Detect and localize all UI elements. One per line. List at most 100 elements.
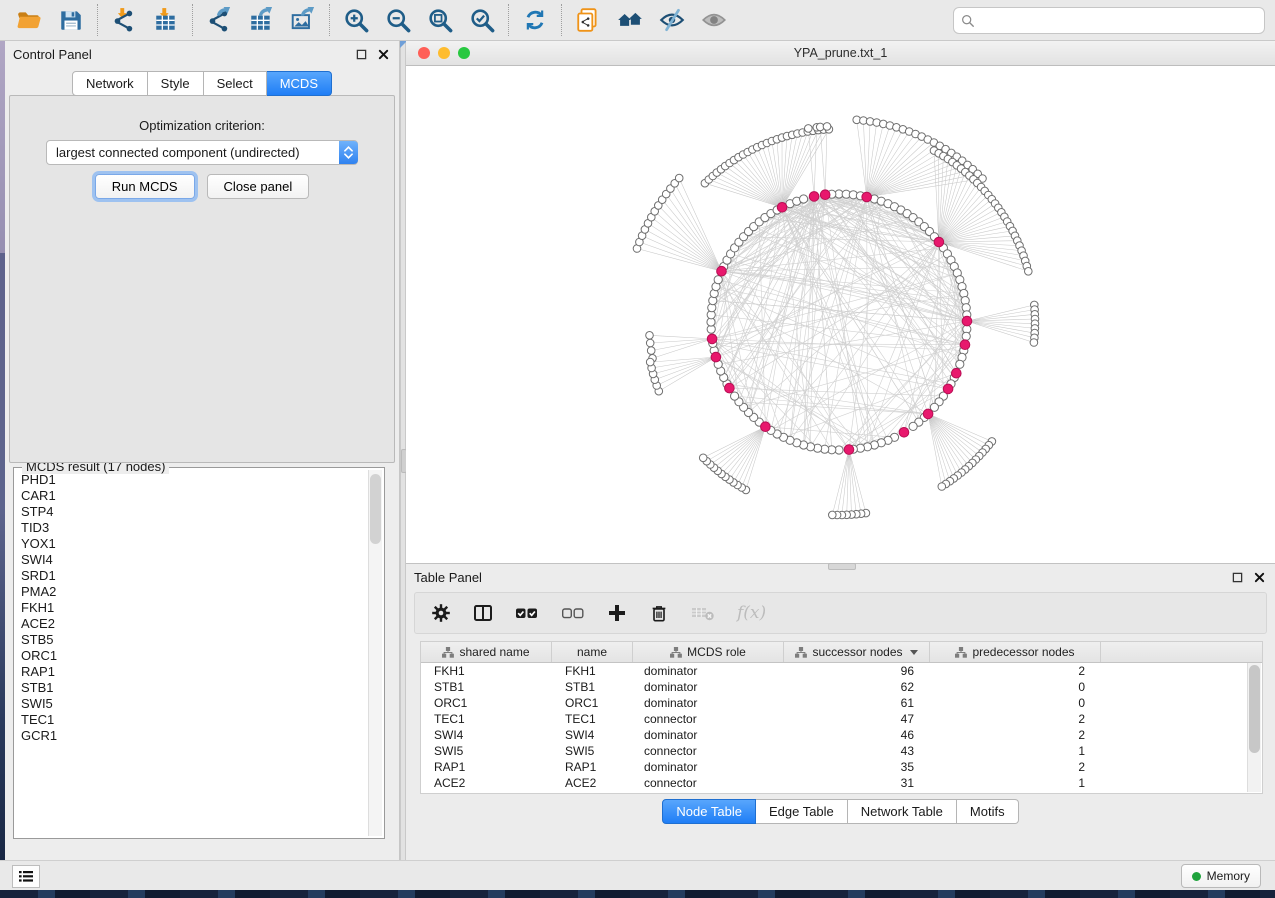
tab-network-table[interactable]: Network Table [848, 799, 957, 824]
table-row[interactable]: SWI4 SWI4 dominator 46 2 [421, 727, 1262, 743]
control-panel-tabs: NetworkStyleSelectMCDS [5, 71, 399, 96]
table-row[interactable]: FKH1 FKH1 dominator 96 2 [421, 663, 1262, 679]
mcds-result-item[interactable]: SWI5 [21, 696, 368, 712]
tab-network[interactable]: Network [72, 71, 148, 96]
table-row[interactable]: SWI5 SWI5 connector 43 1 [421, 743, 1262, 759]
table-scrollbar-thumb[interactable] [1249, 665, 1260, 753]
toolbar-separator [561, 4, 562, 36]
table-scrollbar[interactable] [1247, 663, 1261, 792]
mcds-result-item[interactable]: SWI4 [21, 552, 368, 568]
mcds-result-item[interactable]: ACE2 [21, 616, 368, 632]
mcds-result-item[interactable]: GCR1 [21, 728, 368, 744]
export-table-button[interactable] [240, 2, 282, 38]
table-row[interactable]: YOX1 YOX1 connector 29 1 [421, 791, 1262, 794]
close-panel-icon[interactable] [375, 46, 391, 62]
export-network-button[interactable] [198, 2, 240, 38]
mcds-result-scrollbar[interactable] [368, 470, 382, 836]
zoom-fit-button[interactable] [419, 2, 461, 38]
column-header-predecessor-nodes[interactable]: predecessor nodes [930, 642, 1101, 662]
mcds-result-item[interactable]: FKH1 [21, 600, 368, 616]
search-box[interactable] [953, 7, 1265, 34]
mcds-result-item[interactable]: PMA2 [21, 584, 368, 600]
zoom-selected-button[interactable] [461, 2, 503, 38]
show-columns-icon [473, 603, 493, 623]
toolbar-separator [508, 4, 509, 36]
mcds-result-item[interactable]: TEC1 [21, 712, 368, 728]
task-list-icon [19, 871, 33, 882]
mcds-result-item[interactable]: TID3 [21, 520, 368, 536]
open-session-button[interactable] [8, 2, 50, 38]
search-home-button[interactable] [609, 2, 651, 38]
cell-successor-nodes: 61 [784, 696, 930, 710]
save-session-icon [58, 7, 84, 33]
tab-select[interactable]: Select [204, 71, 267, 96]
mcds-result-item[interactable]: STB5 [21, 632, 368, 648]
cell-successor-nodes: 31 [784, 776, 930, 790]
close-table-panel-icon[interactable] [1251, 569, 1267, 585]
cell-predecessor-nodes: 2 [930, 664, 1101, 678]
memory-button[interactable]: Memory [1181, 864, 1261, 888]
zoom-out-button[interactable] [377, 2, 419, 38]
search-input[interactable] [975, 13, 1257, 29]
tab-motifs[interactable]: Motifs [957, 799, 1019, 824]
import-table-button[interactable] [145, 2, 187, 38]
cell-successor-nodes: 29 [784, 792, 930, 794]
network-graph-canvas[interactable] [406, 66, 1275, 563]
select-all-button[interactable] [515, 603, 539, 623]
mcds-result-item[interactable]: YOX1 [21, 536, 368, 552]
mcds-result-scrollbar-thumb[interactable] [370, 474, 381, 544]
tab-style[interactable]: Style [148, 71, 204, 96]
tab-edge-table[interactable]: Edge Table [756, 799, 848, 824]
close-panel-button[interactable]: Close panel [207, 174, 310, 199]
tree-icon [955, 647, 967, 658]
cell-mcds-role: dominator [633, 760, 784, 774]
delete-row-button[interactable] [649, 603, 669, 623]
deselect-all-button[interactable] [561, 603, 585, 623]
show-panel-icon [700, 7, 728, 33]
column-header-successor-nodes[interactable]: successor nodes [784, 642, 930, 662]
zoom-in-button[interactable] [335, 2, 377, 38]
table-row[interactable]: STB1 STB1 dominator 62 0 [421, 679, 1262, 695]
column-header-shared-name[interactable]: shared name [421, 642, 552, 662]
settings-button[interactable] [431, 603, 451, 623]
cell-mcds-role: dominator [633, 680, 784, 694]
table-row[interactable]: RAP1 RAP1 dominator 35 2 [421, 759, 1262, 775]
node-table-header: shared name name MCDS role successor nod… [421, 642, 1262, 663]
save-session-button[interactable] [50, 2, 92, 38]
mcds-result-item[interactable]: RAP1 [21, 664, 368, 680]
mcds-result-item[interactable]: SRD1 [21, 568, 368, 584]
table-row[interactable]: TEC1 TEC1 connector 47 2 [421, 711, 1262, 727]
mcds-result-item[interactable]: STP4 [21, 504, 368, 520]
float-panel-icon[interactable] [353, 46, 369, 62]
mcds-result-item[interactable]: CAR1 [21, 488, 368, 504]
table-row[interactable]: ACE2 ACE2 connector 31 1 [421, 775, 1262, 791]
mcds-result-item[interactable]: PHD1 [21, 472, 368, 488]
tab-node-table[interactable]: Node Table [662, 799, 756, 824]
export-image-icon [290, 7, 316, 33]
apply-layout-button[interactable] [514, 2, 556, 38]
run-mcds-button[interactable]: Run MCDS [95, 174, 195, 199]
memory-status-icon [1192, 872, 1201, 881]
horizontal-splitter-handle[interactable] [828, 563, 856, 570]
mcds-result-list[interactable]: PHD1CAR1STP4TID3YOX1SWI4SRD1PMA2FKH1ACE2… [21, 472, 368, 836]
export-network-to-web-button[interactable] [567, 2, 609, 38]
column-header-name[interactable]: name [552, 642, 633, 662]
tree-icon [442, 647, 454, 658]
cell-shared-name: SWI5 [421, 744, 552, 758]
mcds-result-item[interactable]: ORC1 [21, 648, 368, 664]
toolbar-separator [192, 4, 193, 36]
task-history-button[interactable] [12, 865, 40, 888]
float-table-panel-icon[interactable] [1229, 569, 1245, 585]
export-table-icon [248, 7, 274, 33]
import-network-button[interactable] [103, 2, 145, 38]
show-columns-button[interactable] [473, 603, 493, 623]
network-window-titlebar[interactable]: YPA_prune.txt_1 [406, 41, 1275, 66]
criterion-dropdown[interactable]: largest connected component (undirected) [46, 140, 358, 165]
export-image-button[interactable] [282, 2, 324, 38]
add-row-button[interactable] [607, 603, 627, 623]
tab-mcds[interactable]: MCDS [267, 71, 332, 96]
table-row[interactable]: ORC1 ORC1 dominator 61 0 [421, 695, 1262, 711]
hide-panel-button[interactable] [651, 2, 693, 38]
column-header-MCDS-role[interactable]: MCDS role [633, 642, 784, 662]
mcds-result-item[interactable]: STB1 [21, 680, 368, 696]
